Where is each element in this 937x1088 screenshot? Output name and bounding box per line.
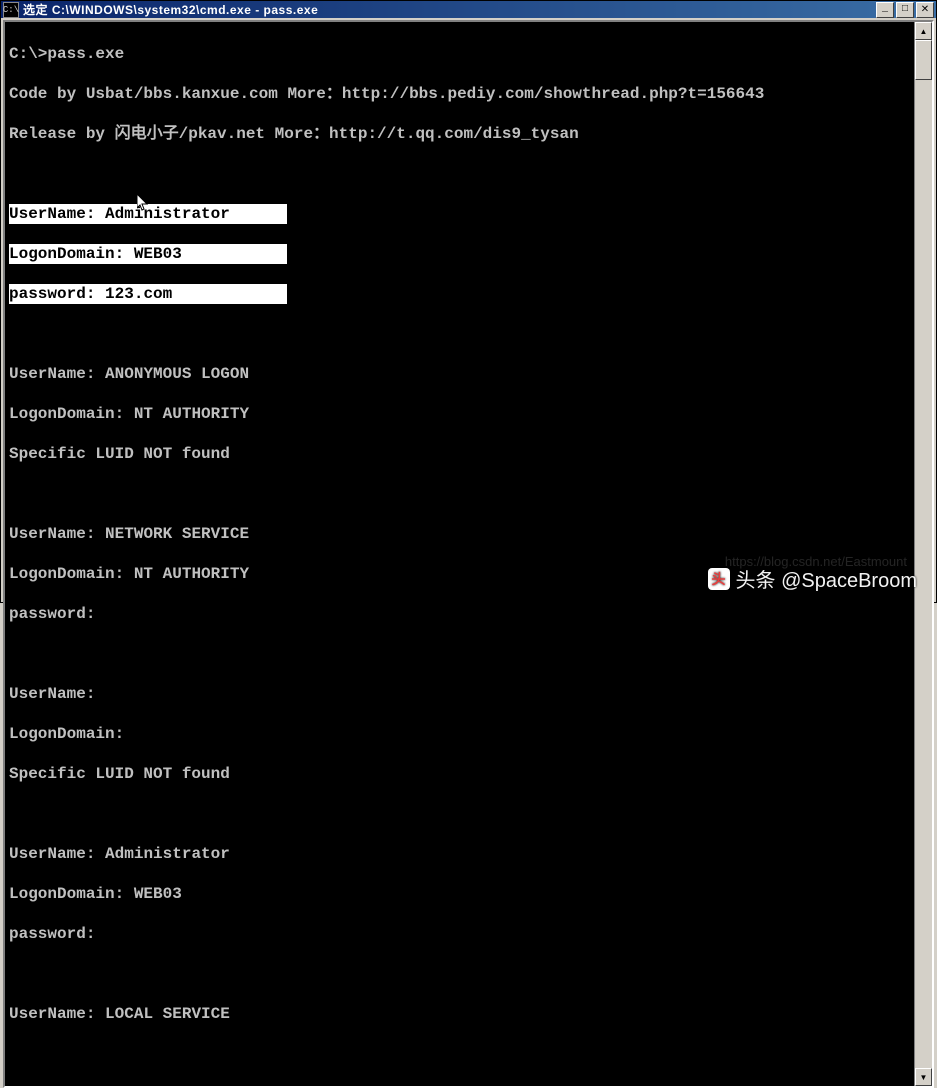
username-line: UserName: Administrator [9, 204, 230, 224]
minimize-button[interactable]: _ [876, 2, 894, 18]
credit-line-1: Code by Usbat/bbs.kanxue.com More：http:/… [9, 84, 910, 104]
window-controls: _ □ ✕ [876, 2, 934, 18]
watermark-text: 头条 @SpaceBroom [736, 564, 917, 593]
luid-note: Specific LUID NOT found [9, 764, 910, 784]
logondomain-line: LogonDomain: WEB03 [9, 884, 910, 904]
logondomain-line: LogonDomain: [9, 724, 910, 744]
username-line: UserName: [9, 684, 910, 704]
prompt-line: C:\>pass.exe [9, 44, 910, 64]
cmd-icon: C:\ [3, 2, 19, 18]
password-line: password: 123.com [9, 284, 172, 304]
scroll-thumb[interactable] [915, 40, 932, 80]
username-line: UserName: ANONYMOUS LOGON [9, 364, 910, 384]
logondomain-line: LogonDomain: NT AUTHORITY [9, 404, 910, 424]
titlebar[interactable]: C:\ 选定 C:\WINDOWS\system32\cmd.exe - pas… [1, 1, 936, 18]
username-line: UserName: LOCAL SERVICE [9, 1004, 910, 1024]
maximize-button[interactable]: □ [896, 2, 914, 18]
close-button[interactable]: ✕ [916, 2, 934, 18]
cmd-window: C:\ 选定 C:\WINDOWS\system32\cmd.exe - pas… [0, 0, 937, 603]
toutiao-icon: 头 [708, 568, 730, 590]
password-line: password: [9, 924, 910, 944]
username-line: UserName: NETWORK SERVICE [9, 524, 910, 544]
password-line: password: [9, 604, 910, 624]
credit-line-2: Release by 闪电小子/pkav.net More：http://t.q… [9, 124, 910, 144]
scroll-track[interactable] [915, 40, 932, 1068]
scroll-down-button[interactable]: ▼ [915, 1068, 932, 1086]
logondomain-line: LogonDomain: WEB03 [9, 244, 182, 264]
scroll-up-button[interactable]: ▲ [915, 22, 932, 40]
vertical-scrollbar[interactable]: ▲ ▼ [914, 22, 932, 1086]
window-title: 选定 C:\WINDOWS\system32\cmd.exe - pass.ex… [23, 1, 876, 18]
watermark: 头 头条 @SpaceBroom [708, 564, 917, 593]
luid-note: Specific LUID NOT found [9, 444, 910, 464]
username-line: UserName: Administrator [9, 844, 910, 864]
